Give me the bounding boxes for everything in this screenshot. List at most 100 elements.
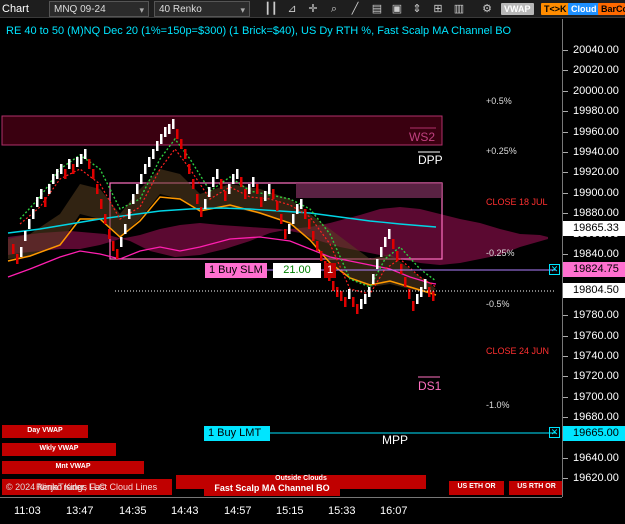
bar-type-icon[interactable]: ┃┃ (264, 1, 278, 17)
chart-title: RE 40 to 50 (M)NQ Dec 20 (1%=150p=$300) … (6, 25, 512, 37)
time-label: 15:33 (328, 505, 356, 517)
renko-brick (292, 214, 295, 224)
mpp-label: MPP (382, 433, 409, 447)
time-label: 14:35 (119, 505, 147, 517)
buy-slm-order-price[interactable]: 21.00 (273, 263, 321, 278)
chevron-down-icon: ▾ (139, 5, 144, 15)
limit-price-tag: 19665.00 (563, 426, 625, 441)
price-tick-label: 19880.00 (573, 207, 619, 220)
renko-brick (428, 287, 431, 297)
buy-slm-order-qty[interactable]: 1 (324, 263, 336, 278)
price-tick-mark (563, 172, 568, 174)
zoom-icon[interactable]: ⌕ (327, 1, 341, 17)
time-axis[interactable]: 11:03 13:47 14:35 14:43 14:57 15:15 15:3… (0, 497, 562, 524)
renko-brick (268, 184, 271, 194)
renko-brick (332, 281, 335, 291)
tk-button[interactable]: T<>K (541, 3, 570, 15)
chart-style-icon[interactable]: ⊿ (285, 1, 299, 17)
price-tick-mark (563, 192, 568, 194)
price-tick-mark (563, 376, 568, 378)
renko-brick (420, 287, 423, 297)
time-label: 16:07 (380, 505, 408, 517)
price-tick-label: 20000.00 (573, 84, 619, 97)
renko-brick (320, 251, 323, 261)
price-panel[interactable]: RE 40 to 50 (M)NQ Dec 20 (1%=150p=$300) … (0, 19, 564, 497)
chart-window: Chart MNQ 09-24 ▾ 40 Renko ▾ ┃┃ ⊿ ✛ ⌕ ╱ … (0, 0, 625, 524)
renko-brick (56, 169, 59, 179)
renko-brick (252, 177, 255, 187)
app-label: Chart (2, 3, 29, 15)
price-tick-label: 19700.00 (573, 390, 619, 403)
indicators-icon[interactable]: ⚙ (480, 1, 494, 17)
bar-type-value: 40 Renko (159, 4, 202, 15)
instrument-value: MNQ 09-24 (54, 4, 106, 15)
time-label: 15:15 (276, 505, 304, 517)
scale-icon[interactable]: ⇕ (410, 1, 424, 17)
tools-icon[interactable]: ╱ (348, 1, 362, 17)
indicator-legend-text: Renko Kings Fast Cloud Lines (36, 482, 158, 492)
renko-brick (40, 189, 43, 199)
properties-icon[interactable]: ▤ (370, 1, 384, 17)
renko-brick (412, 301, 415, 311)
renko-brick (312, 231, 315, 241)
crosshair-icon[interactable]: ✛ (306, 1, 320, 17)
price-tick-mark (563, 458, 568, 459)
renko-brick (116, 249, 119, 259)
renko-brick (272, 189, 275, 199)
data-box-icon[interactable]: ▣ (390, 1, 404, 17)
renko-brick (96, 184, 99, 194)
price-axis[interactable]: 20040.00 20020.00 20000.00 19980.00 19960.00… (562, 19, 625, 497)
price-tick-mark (563, 478, 568, 480)
renko-brick (396, 251, 399, 261)
ws2-zone (1, 115, 443, 146)
renko-brick (108, 229, 111, 239)
fast-scalp-button[interactable]: Fast Scalp MA Channel BO (204, 481, 340, 496)
renko-brick (208, 187, 211, 197)
weekly-vwap-button[interactable]: Wkly VWAP (2, 443, 116, 456)
renko-brick (400, 264, 403, 274)
renko-brick (368, 287, 371, 297)
renko-brick (136, 184, 139, 194)
day-vwap-button[interactable]: Day VWAP (2, 425, 88, 438)
renko-brick (28, 219, 31, 229)
cloud-price-tag: 19865.33 (563, 221, 625, 236)
price-tick-label: 19680.00 (573, 411, 619, 424)
cancel-order-icon[interactable]: ✕ (549, 264, 560, 275)
barco-button[interactable]: BarCo (598, 3, 625, 15)
renko-brick (16, 254, 19, 264)
renko-brick (36, 197, 39, 207)
price-tick-label: 19920.00 (573, 166, 619, 179)
monthly-vwap-button[interactable]: Mnt VWAP (2, 461, 144, 474)
renko-brick (288, 224, 291, 234)
renko-brick (248, 184, 251, 194)
buy-lmt-order-label[interactable]: 1 Buy LMT (204, 426, 270, 441)
renko-brick (380, 247, 383, 257)
renko-brick (32, 209, 35, 219)
price-tick-mark (563, 131, 568, 133)
renko-brick (372, 274, 375, 284)
chart-trader-icon[interactable]: ▥ (452, 1, 466, 17)
cloud-button[interactable]: Cloud (568, 3, 600, 15)
strategy-icon[interactable]: ⊞ (431, 1, 445, 17)
cancel-order-icon[interactable]: ✕ (549, 427, 560, 438)
renko-brick (128, 209, 131, 219)
price-tick-label: 19760.00 (573, 329, 619, 342)
renko-brick (256, 184, 259, 194)
renko-brick (132, 194, 135, 204)
renko-brick (100, 199, 103, 209)
price-tick-label: 20040.00 (573, 44, 619, 56)
renko-brick (300, 199, 303, 209)
renko-brick (76, 157, 79, 167)
renko-brick (432, 291, 435, 301)
vwap-button[interactable]: VWAP (501, 3, 534, 15)
renko-brick (284, 229, 287, 239)
renko-brick (156, 141, 159, 151)
us-eth-or-button[interactable]: US ETH OR (449, 481, 504, 495)
bar-type-selector[interactable]: 40 Renko ▾ (154, 1, 250, 17)
us-rth-or-button[interactable]: US RTH OR (509, 481, 564, 495)
price-tick-mark (563, 356, 568, 357)
renko-brick (228, 184, 231, 194)
instrument-selector[interactable]: MNQ 09-24 ▾ (49, 1, 149, 17)
buy-slm-order-label[interactable]: 1 Buy SLM (205, 263, 267, 278)
renko-brick (144, 164, 147, 174)
